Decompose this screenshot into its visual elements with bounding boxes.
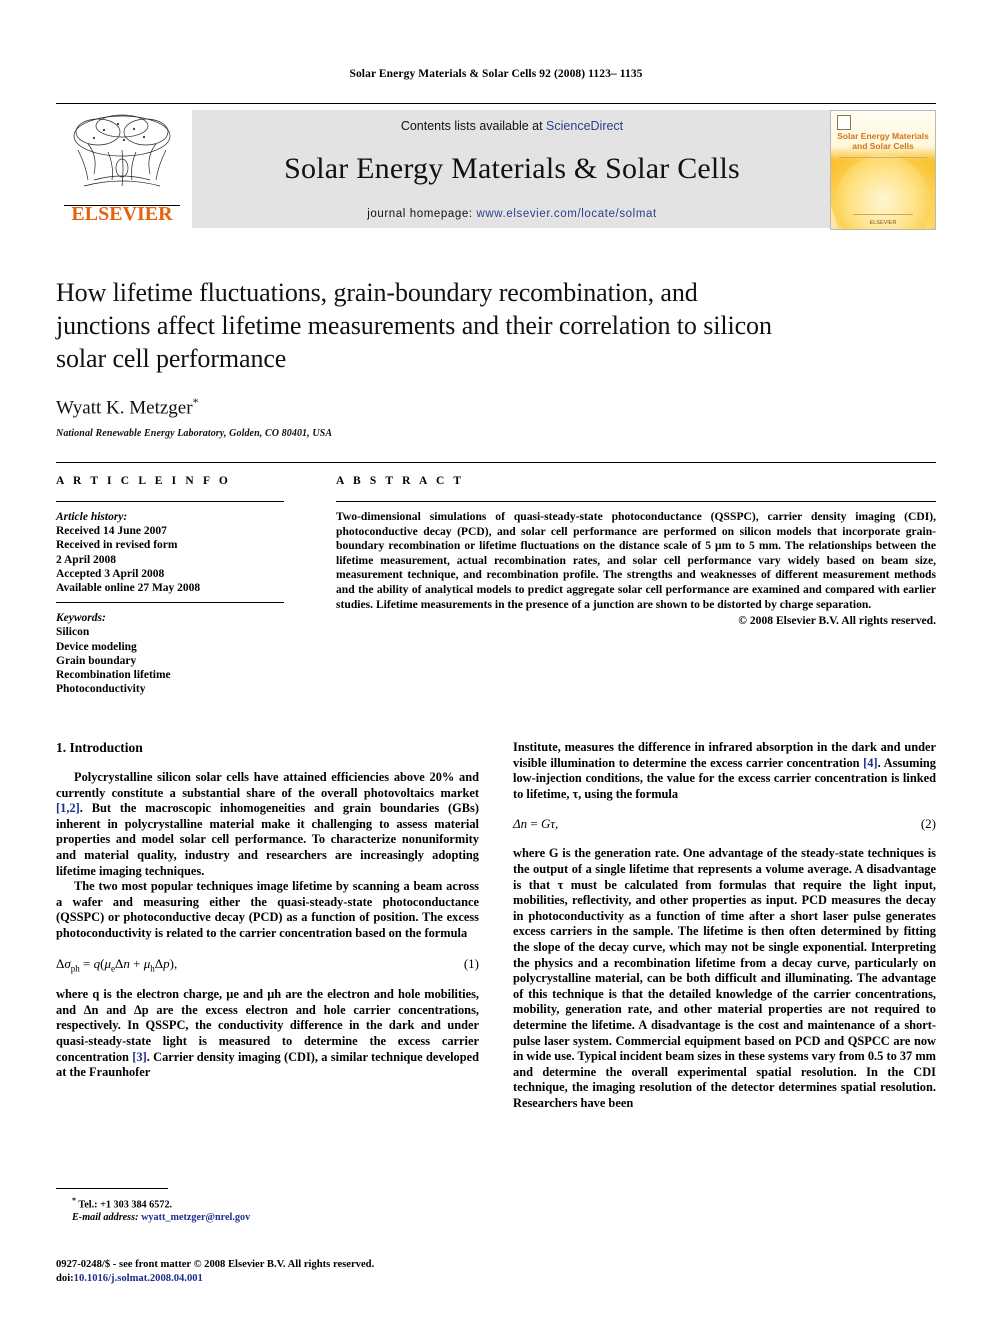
homepage-prefix: journal homepage:	[367, 208, 477, 220]
imprint-block: 0927-0248/$ - see front matter © 2008 El…	[56, 1258, 576, 1285]
keyword-item: Grain boundary	[56, 654, 137, 667]
footnote-tel: * Tel.: +1 303 384 6572.	[56, 1194, 479, 1211]
equation-1: Δσph = q(μeΔn + μhΔp), (1)	[56, 956, 479, 974]
paragraph: Institute, measures the difference in in…	[513, 740, 936, 802]
contents-line: Contents lists available at ScienceDirec…	[192, 119, 832, 133]
body-right-column: Institute, measures the difference in in…	[513, 740, 936, 1111]
article-info-column: A R T I C L E I N F O Article history: R…	[56, 475, 336, 696]
paper-page: Solar Energy Materials & Solar Cells 92 …	[0, 0, 992, 1323]
article-history-label: Article history:	[56, 511, 128, 523]
article-info-rule	[56, 501, 284, 502]
body-columns: 1. Introduction Polycrystalline silicon …	[56, 740, 936, 1111]
reference-link-3[interactable]: [3]	[132, 1050, 146, 1064]
sciencedirect-link[interactable]: ScienceDirect	[546, 119, 623, 133]
author-line: Wyatt K. Metzger*	[56, 395, 936, 419]
keyword-item: Device modeling	[56, 640, 137, 653]
keyword-item: Recombination lifetime	[56, 669, 171, 682]
journal-banner: ELSEVIER Contents lists available at Sci…	[56, 103, 936, 232]
copyright-line: © 2008 Elsevier B.V. All rights reserved…	[738, 614, 936, 628]
footnote-block: * Tel.: +1 303 384 6572. E-mail address:…	[56, 1188, 479, 1224]
paragraph-text-a: Polycrystalline silicon solar cells have…	[56, 770, 479, 800]
keywords-label: Keywords:	[56, 612, 106, 625]
keywords-rule	[56, 602, 284, 604]
equation-1-body: Δσph = q(μeΔn + μhΔp),	[56, 955, 178, 974]
history-item: Received 14 June 2007	[56, 525, 167, 538]
paragraph: The two most popular techniques image li…	[56, 879, 479, 940]
history-item: 2 April 2008	[56, 553, 117, 566]
abstract-text: Two-dimensional simulations of quasi-ste…	[336, 510, 936, 611]
doi-link[interactable]: 10.1016/j.solmat.2008.04.001	[74, 1273, 203, 1284]
paragraph: Polycrystalline silicon solar cells have…	[56, 770, 479, 879]
body-left-column: 1. Introduction Polycrystalline silicon …	[56, 740, 479, 1111]
footnote-tel-text: Tel.: +1 303 384 6572.	[78, 1199, 173, 1211]
abstract-heading: A B S T R A C T	[336, 475, 465, 487]
equation-2-number: (2)	[920, 816, 936, 832]
paragraph: where q is the electron charge, μe and μ…	[56, 987, 479, 1081]
elsevier-wordmark: ELSEVIER	[71, 203, 173, 225]
cover-title-line2: and Solar Cells	[852, 141, 914, 151]
reference-link-1-2[interactable]: [1,2]	[56, 801, 80, 815]
paragraph-text-b: . But the macroscopic inhomogeneities an…	[56, 801, 479, 878]
keyword-item: Silicon	[56, 626, 90, 639]
email-link[interactable]: wyatt_metzger@nrel.gov	[141, 1212, 250, 1223]
history-item: Received in revised form	[56, 539, 178, 552]
equation-2: Δn = Gτ, (2)	[513, 816, 936, 832]
author-footnote-marker[interactable]: *	[193, 395, 199, 409]
equation-1-number: (1)	[463, 955, 479, 971]
elsevier-tree-icon	[58, 110, 186, 202]
info-abstract-block: A R T I C L E I N F O Article history: R…	[56, 462, 936, 696]
contents-prefix: Contents lists available at	[400, 119, 547, 133]
cover-publisher-icon	[837, 115, 851, 130]
history-item: Accepted 3 April 2008	[56, 567, 165, 580]
cover-footer-rule	[853, 214, 913, 216]
affiliation: National Renewable Energy Laboratory, Go…	[56, 428, 333, 440]
cover-subtitle-lines	[839, 157, 927, 160]
keywords-list: Keywords: Silicon Device modeling Grain …	[56, 611, 314, 696]
running-head: Solar Energy Materials & Solar Cells 92 …	[349, 68, 643, 80]
cover-title-line1: Solar Energy Materials	[837, 131, 929, 141]
banner-center-panel: Contents lists available at ScienceDirec…	[192, 110, 832, 228]
cover-footer-label: ELSEVIER	[869, 220, 897, 226]
abstract-rule	[336, 501, 936, 502]
footnote-email-label: E-mail address:	[72, 1212, 139, 1224]
elsevier-logo: ELSEVIER	[58, 110, 186, 228]
journal-homepage-link[interactable]: www.elsevier.com/locate/solmat	[476, 208, 656, 220]
journal-title: Solar Energy Materials & Solar Cells	[284, 152, 740, 185]
section-heading-introduction: 1. Introduction	[56, 740, 143, 755]
reference-link-4[interactable]: [4]	[863, 756, 877, 770]
history-item: Available online 27 May 2008	[56, 582, 201, 595]
article-info-heading: A R T I C L E I N F O	[56, 475, 231, 487]
issn-line: 0927-0248/$ - see front matter © 2008 El…	[56, 1259, 375, 1270]
author-name: Wyatt K. Metzger	[56, 397, 193, 419]
cover-title: Solar Energy Materials and Solar Cells	[835, 131, 931, 151]
abstract-column: A B S T R A C T Two-dimensional simulati…	[336, 475, 936, 696]
footnote-rule	[56, 1188, 168, 1189]
doi-line: doi:10.1016/j.solmat.2008.04.001	[56, 1272, 576, 1286]
homepage-line: journal homepage: www.elsevier.com/locat…	[192, 208, 832, 220]
title-block: How lifetime fluctuations, grain-boundar…	[56, 276, 936, 439]
footnote-marker: *	[72, 1196, 76, 1205]
doi-label: doi:	[56, 1272, 74, 1284]
paragraph: where G is the generation rate. One adva…	[513, 846, 936, 1110]
keyword-item: Photoconductivity	[56, 683, 146, 696]
page-title: How lifetime fluctuations, grain-boundar…	[56, 278, 772, 373]
article-history: Article history: Received 14 June 2007 R…	[56, 510, 314, 595]
equation-2-body: Δn = Gτ,	[513, 816, 559, 832]
footnote-email: E-mail address: wyatt_metzger@nrel.gov	[56, 1211, 479, 1224]
journal-cover-thumbnail: Solar Energy Materials and Solar Cells E…	[830, 110, 936, 230]
